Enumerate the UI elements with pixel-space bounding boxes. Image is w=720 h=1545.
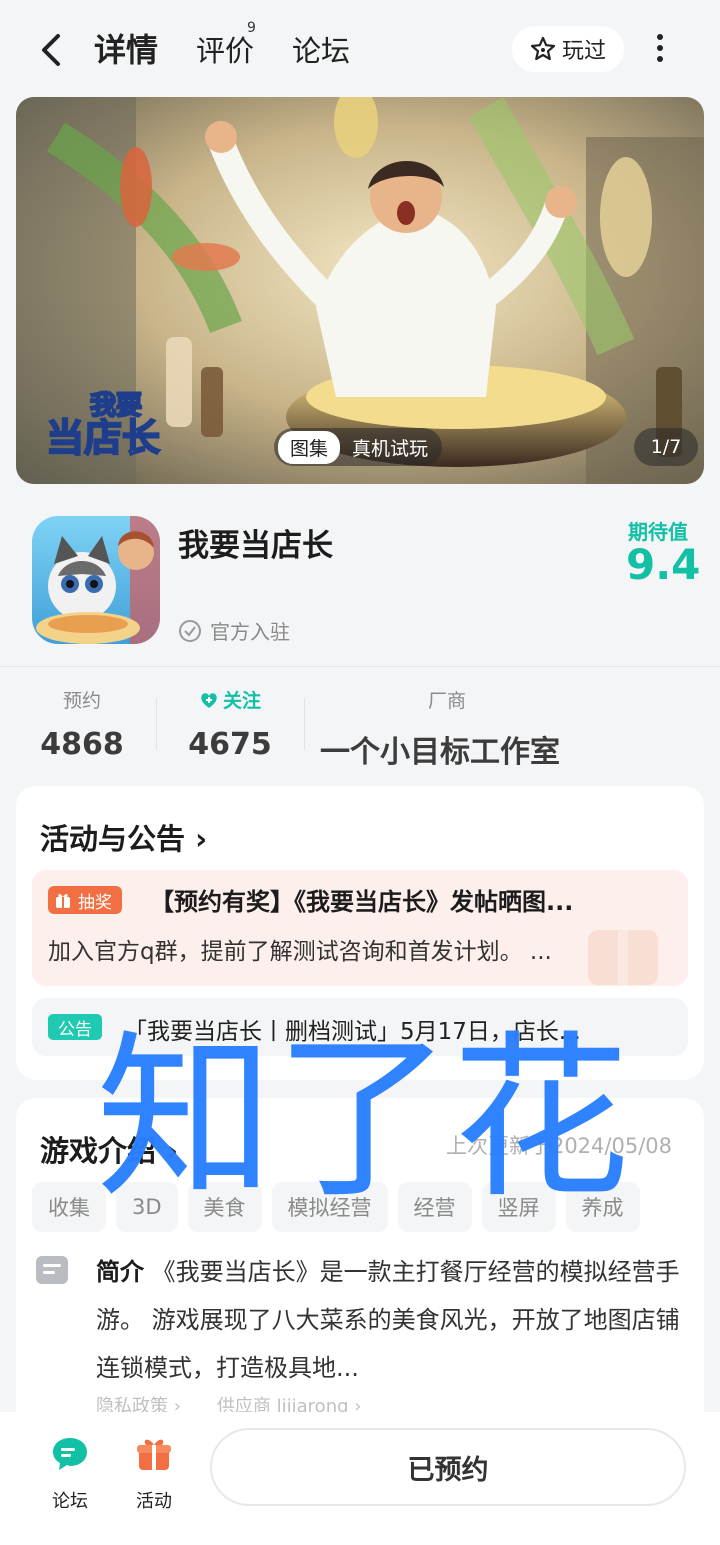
- activity-button[interactable]: 活动: [114, 1434, 194, 1513]
- intro-summary-text: 《我要当店长》是一款主打餐厅经营的模拟经营手游。 游戏展现了八大菜系的美食风光，…: [96, 1258, 680, 1382]
- tab-forum-label: 论坛: [292, 34, 351, 68]
- divider: [0, 666, 720, 667]
- announcements-title-text: 活动与公告: [40, 822, 186, 856]
- lottery-tag-label: 抽奖: [78, 892, 112, 913]
- lottery-notice[interactable]: 抽奖 【预约有奖】《我要当店长》发帖晒图... 加入官方q群，提前了解测试咨询和…: [32, 870, 688, 986]
- official-label: 官方入驻: [210, 620, 290, 644]
- watermark-text: 知了花: [96, 1015, 630, 1222]
- star-icon: [530, 36, 556, 61]
- forum-label: 论坛: [52, 1491, 88, 1512]
- intro-summary-label: 简介: [96, 1258, 144, 1286]
- document-icon: [36, 1256, 68, 1284]
- tab-reviews-label: 评价: [196, 34, 255, 68]
- stat-separator: [304, 698, 305, 750]
- stat-developer-value: 一个小目标工作室: [320, 735, 560, 770]
- back-arrow-icon[interactable]: [34, 30, 68, 70]
- lottery-notice-title: 【预约有奖】《我要当店长》发帖晒图...: [150, 888, 574, 916]
- chat-bubble-icon: [53, 1438, 87, 1470]
- real-device-trial-button[interactable]: 真机试玩: [352, 434, 428, 461]
- played-button[interactable]: 玩过: [512, 26, 624, 72]
- stat-follow-label-row: 关注: [180, 686, 280, 713]
- logo-line2: 当店长: [45, 416, 161, 460]
- game-logo: 我要 当店长: [45, 392, 161, 460]
- stat-separator: [156, 698, 157, 750]
- stat-developer-label: 厂商: [428, 690, 467, 712]
- stat-developer[interactable]: 厂商 一个小目标工作室: [320, 686, 580, 771]
- stat-reserve-label: 预约: [62, 690, 101, 712]
- activity-label: 活动: [136, 1491, 172, 1512]
- heart-plus-icon: [201, 692, 217, 708]
- more-vertical-icon[interactable]: [650, 34, 670, 66]
- lottery-tag: 抽奖: [48, 886, 122, 914]
- bottom-action-bar: 论坛 活动 已预约: [0, 1412, 720, 1545]
- app-icon: [32, 516, 160, 644]
- reviews-count-badge: 9: [247, 20, 256, 36]
- forum-button[interactable]: 论坛: [30, 1434, 110, 1513]
- app-name: 我要当店长: [178, 528, 333, 564]
- played-label: 玩过: [561, 39, 606, 64]
- tab-forum[interactable]: 论坛: [292, 28, 350, 70]
- top-nav: 详情 评价 9 论坛 玩过: [0, 0, 720, 96]
- reserved-button[interactable]: 已预约: [210, 1428, 686, 1506]
- banner-page-counter: 1/7: [634, 428, 698, 466]
- lottery-notice-subtitle: 加入官方q群，提前了解测试咨询和首发计划。 ...: [48, 939, 552, 965]
- gallery-pill: 图集 真机试玩: [274, 428, 443, 466]
- tab-details-label: 详情: [94, 31, 159, 69]
- announcements-title[interactable]: 活动与公告 ›: [40, 816, 207, 858]
- tab-details[interactable]: 详情: [92, 25, 161, 71]
- gift-icon: [137, 1439, 171, 1470]
- gift-watermark-icon: [588, 930, 658, 985]
- expect-value: 9.4: [626, 540, 701, 589]
- stat-follow-label: 关注: [222, 690, 261, 712]
- stat-follow[interactable]: 关注 4675: [180, 686, 280, 762]
- tag-item[interactable]: 收集: [32, 1182, 106, 1232]
- stat-reserve-value: 4868: [40, 727, 124, 762]
- gift-icon: [56, 893, 70, 908]
- announcement-tag: 公告: [48, 1014, 102, 1040]
- stat-follow-value: 4675: [188, 727, 272, 762]
- chevron-right-icon: ›: [195, 822, 208, 856]
- gallery-button[interactable]: 图集: [278, 430, 341, 464]
- intro-summary[interactable]: 简介 《我要当店长》是一款主打餐厅经营的模拟经营手游。 游戏展现了八大菜系的美食…: [96, 1248, 686, 1392]
- official-badge: 官方入驻: [178, 616, 290, 645]
- check-circle-icon: [179, 619, 201, 642]
- stat-reserve: 预约 4868: [32, 686, 132, 762]
- tab-reviews[interactable]: 评价: [196, 28, 254, 70]
